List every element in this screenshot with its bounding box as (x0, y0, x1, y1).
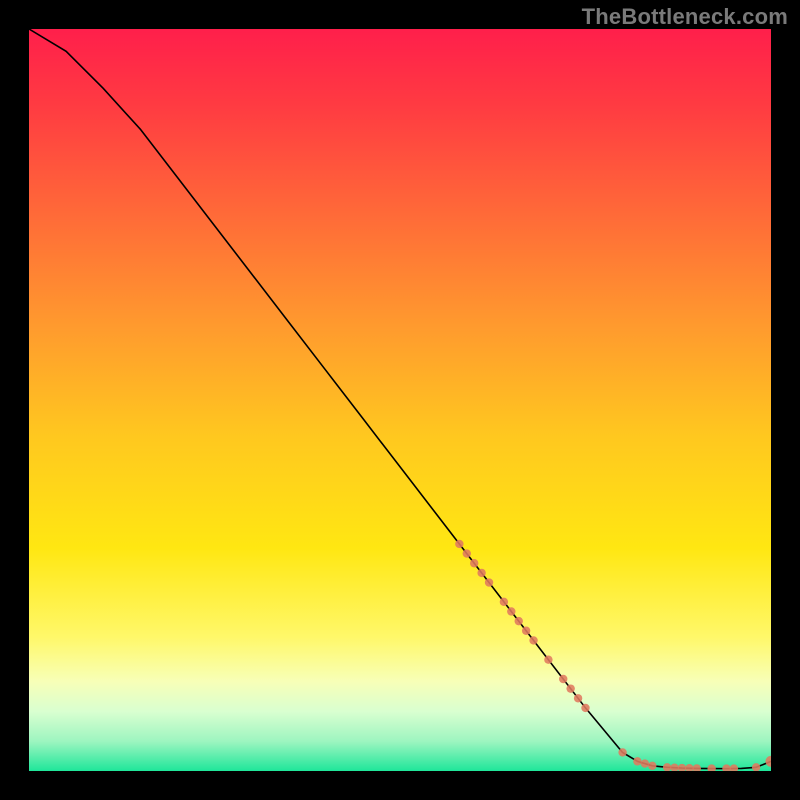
marker-point (455, 540, 463, 548)
marker-point (633, 757, 641, 765)
marker-point (515, 617, 523, 625)
marker-point (529, 636, 537, 644)
plot-area (29, 29, 771, 771)
marker-point (470, 559, 478, 567)
marker-point (559, 675, 567, 683)
marker-point (641, 759, 649, 767)
marker-point (581, 704, 589, 712)
gradient-background (29, 29, 771, 771)
marker-point (500, 598, 508, 606)
marker-point (566, 684, 574, 692)
chart-canvas: TheBottleneck.com (0, 0, 800, 800)
marker-point (522, 627, 530, 635)
marker-point (477, 569, 485, 577)
marker-point (463, 549, 471, 557)
plot-svg (29, 29, 771, 771)
marker-point (574, 694, 582, 702)
watermark-label: TheBottleneck.com (582, 4, 788, 30)
marker-point (618, 748, 626, 756)
marker-point (648, 762, 656, 770)
marker-point (485, 578, 493, 586)
marker-point (544, 656, 552, 664)
marker-point (507, 607, 515, 615)
